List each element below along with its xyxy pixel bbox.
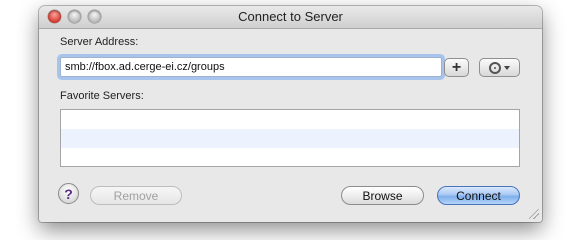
window-title: Connect to Server — [238, 9, 343, 24]
title-bar[interactable]: Connect to Server — [39, 6, 542, 29]
chevron-down-icon — [504, 65, 510, 70]
browse-button[interactable]: Browse — [341, 186, 424, 205]
list-item[interactable] — [61, 148, 519, 167]
plus-icon: + — [451, 58, 462, 76]
resize-grip-icon[interactable] — [529, 209, 539, 219]
remove-button[interactable]: Remove — [90, 186, 182, 205]
add-favorite-button[interactable]: + — [444, 58, 469, 77]
connect-button[interactable]: Connect — [437, 186, 520, 205]
gear-icon — [489, 61, 501, 74]
help-button[interactable]: ? — [58, 183, 79, 204]
question-mark-icon: ? — [64, 185, 73, 202]
connect-to-server-window: Connect to Server Server Address: smb://… — [39, 6, 542, 222]
favorite-servers-label: Favorite Servers: — [60, 90, 144, 102]
server-address-input[interactable]: smb://fbox.ad.cerge-ei.cz/groups — [60, 57, 442, 77]
favorite-servers-list[interactable] — [60, 109, 520, 167]
list-item[interactable] — [61, 129, 519, 148]
list-item[interactable] — [61, 110, 519, 129]
action-menu-button[interactable] — [479, 58, 520, 77]
dialog-content: Server Address: smb://fbox.ad.cerge-ei.c… — [39, 29, 542, 222]
server-address-label: Server Address: — [60, 36, 139, 48]
